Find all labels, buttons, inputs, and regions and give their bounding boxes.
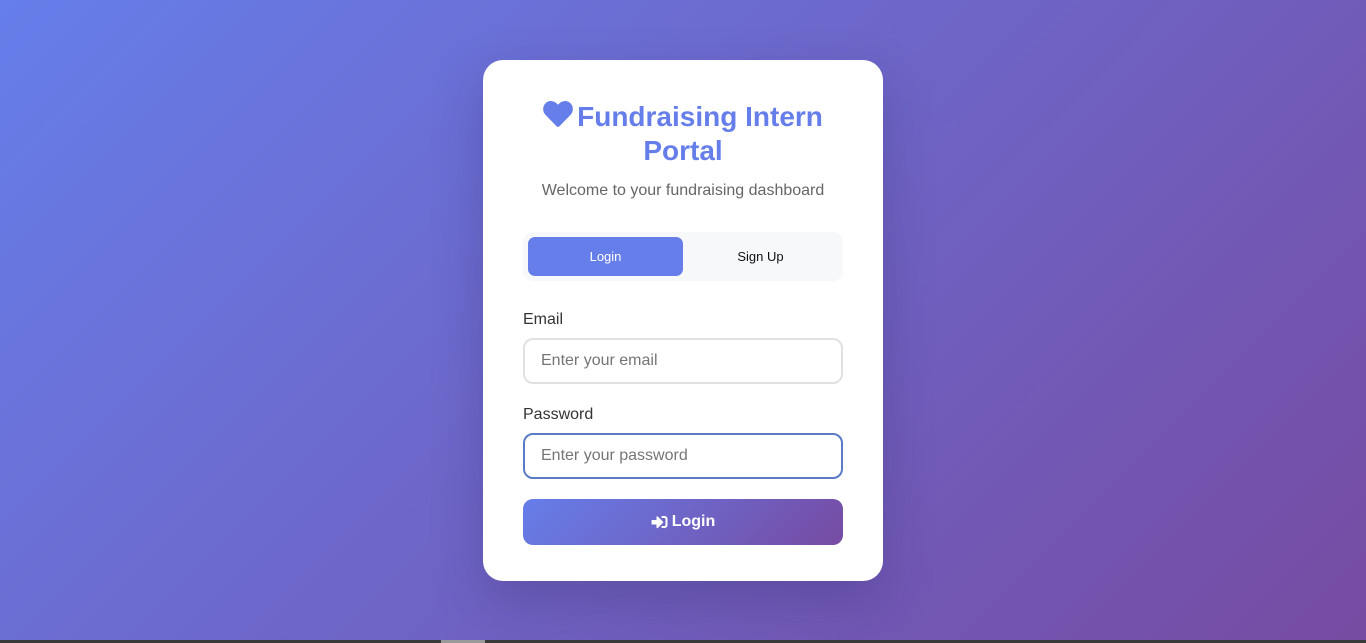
page-subtitle: Welcome to your fundraising dashboard	[541, 182, 825, 199]
heart-icon	[543, 101, 573, 127]
page-title: Fundraising Intern Portal	[523, 100, 843, 168]
password-field[interactable]	[523, 433, 843, 479]
password-field-group: Password	[523, 406, 843, 479]
tab-sign-up[interactable]: Sign Up	[683, 237, 838, 276]
email-field[interactable]	[523, 338, 843, 384]
login-button-label: Login	[671, 513, 716, 530]
login-card: Fundraising Intern Portal Welcome to you…	[483, 60, 883, 581]
sign-in-icon	[651, 516, 668, 529]
email-field-group: Email	[523, 311, 843, 384]
tab-login[interactable]: Login	[528, 237, 683, 276]
email-label: Email	[523, 311, 564, 328]
page-title-text: Fundraising Intern Portal	[577, 101, 823, 166]
login-button[interactable]: Login	[523, 499, 843, 545]
auth-tabs: Login Sign Up	[523, 232, 843, 281]
password-label: Password	[523, 406, 594, 423]
